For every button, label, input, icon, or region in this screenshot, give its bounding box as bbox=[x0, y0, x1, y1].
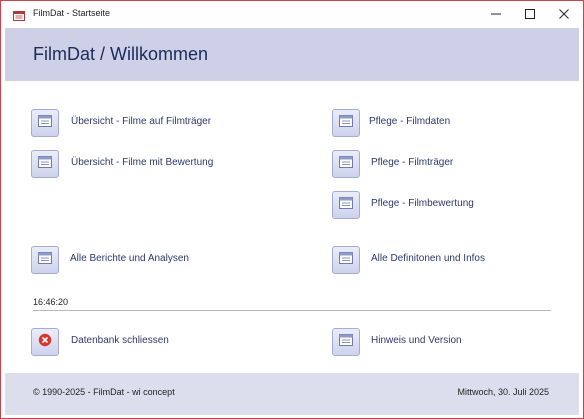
overview-films-with-rating-button[interactable] bbox=[31, 150, 59, 178]
maximize-icon bbox=[525, 6, 535, 24]
maintain-carrier-label[interactable]: Pflege - Filmträger bbox=[371, 157, 453, 168]
form-icon bbox=[339, 196, 353, 214]
overview-films-on-carrier-label[interactable]: Übersicht - Filme auf Filmträger bbox=[71, 116, 211, 127]
all-definitions-button[interactable] bbox=[332, 246, 360, 274]
form-icon bbox=[38, 251, 52, 269]
close-circle-icon bbox=[38, 333, 52, 352]
maintain-filmdata-label[interactable]: Pflege - Filmdaten bbox=[369, 116, 450, 127]
form-footer: © 1990-2025 - FilmDat - wi concept Mittw… bbox=[5, 373, 579, 415]
app-window: FilmDat - Startseite FilmDat / Willkomme… bbox=[0, 0, 584, 419]
all-definitions-entry[interactable]: Alle Definitonen und Infos bbox=[332, 246, 552, 274]
minimize-button[interactable] bbox=[479, 5, 513, 25]
form-icon bbox=[38, 155, 52, 173]
maintain-filmdata-button[interactable] bbox=[332, 109, 360, 137]
about-version-entry[interactable]: Hinweis und Version bbox=[332, 328, 552, 356]
maintain-rating-button[interactable] bbox=[332, 191, 360, 219]
maintain-rating-label[interactable]: Pflege - Filmbewertung bbox=[371, 198, 474, 209]
overview-films-with-rating-entry[interactable]: Übersicht - Filme mit Bewertung bbox=[31, 150, 291, 178]
access-form-icon[interactable] bbox=[13, 9, 25, 21]
all-reports-button[interactable] bbox=[31, 246, 59, 274]
maintain-carrier-button[interactable] bbox=[332, 150, 360, 178]
form-icon bbox=[339, 114, 353, 132]
window-title: FilmDat - Startseite bbox=[33, 8, 111, 18]
close-database-label[interactable]: Datenbank schliessen bbox=[71, 335, 169, 346]
about-version-button[interactable] bbox=[332, 328, 360, 356]
form-icon bbox=[339, 155, 353, 173]
maintain-rating-entry[interactable]: Pflege - Filmbewertung bbox=[332, 191, 552, 219]
close-window-button[interactable] bbox=[547, 5, 581, 25]
divider bbox=[33, 310, 551, 311]
page-title: FilmDat / Willkommen bbox=[33, 44, 209, 64]
title-bar[interactable]: FilmDat - Startseite bbox=[1, 1, 583, 29]
copyright-text: © 1990-2025 - FilmDat - wi concept bbox=[33, 387, 175, 397]
overview-films-with-rating-label[interactable]: Übersicht - Filme mit Bewertung bbox=[71, 157, 213, 168]
maintain-carrier-entry[interactable]: Pflege - Filmträger bbox=[332, 150, 552, 178]
minimize-icon bbox=[491, 6, 501, 24]
current-time: 16:46:20 bbox=[33, 297, 69, 307]
all-reports-label[interactable]: Alle Berichte und Analysen bbox=[70, 253, 189, 264]
form-icon bbox=[339, 333, 353, 351]
all-definitions-label[interactable]: Alle Definitonen und Infos bbox=[371, 253, 485, 264]
overview-films-on-carrier-button[interactable] bbox=[31, 109, 59, 137]
form-icon bbox=[339, 251, 353, 269]
maintain-filmdata-entry[interactable]: Pflege - Filmdaten bbox=[332, 109, 552, 137]
close-database-button[interactable] bbox=[31, 328, 59, 356]
about-version-label[interactable]: Hinweis und Version bbox=[371, 335, 462, 346]
current-date: Mittwoch, 30. Juli 2025 bbox=[457, 387, 549, 397]
close-database-entry[interactable]: Datenbank schliessen bbox=[31, 328, 291, 356]
close-icon bbox=[559, 6, 569, 24]
overview-films-on-carrier-entry[interactable]: Übersicht - Filme auf Filmträger bbox=[31, 109, 291, 137]
maximize-button[interactable] bbox=[513, 5, 547, 25]
form-header: FilmDat / Willkommen bbox=[5, 28, 579, 81]
form-icon bbox=[38, 114, 52, 132]
all-reports-entry[interactable]: Alle Berichte und Analysen bbox=[31, 246, 291, 274]
